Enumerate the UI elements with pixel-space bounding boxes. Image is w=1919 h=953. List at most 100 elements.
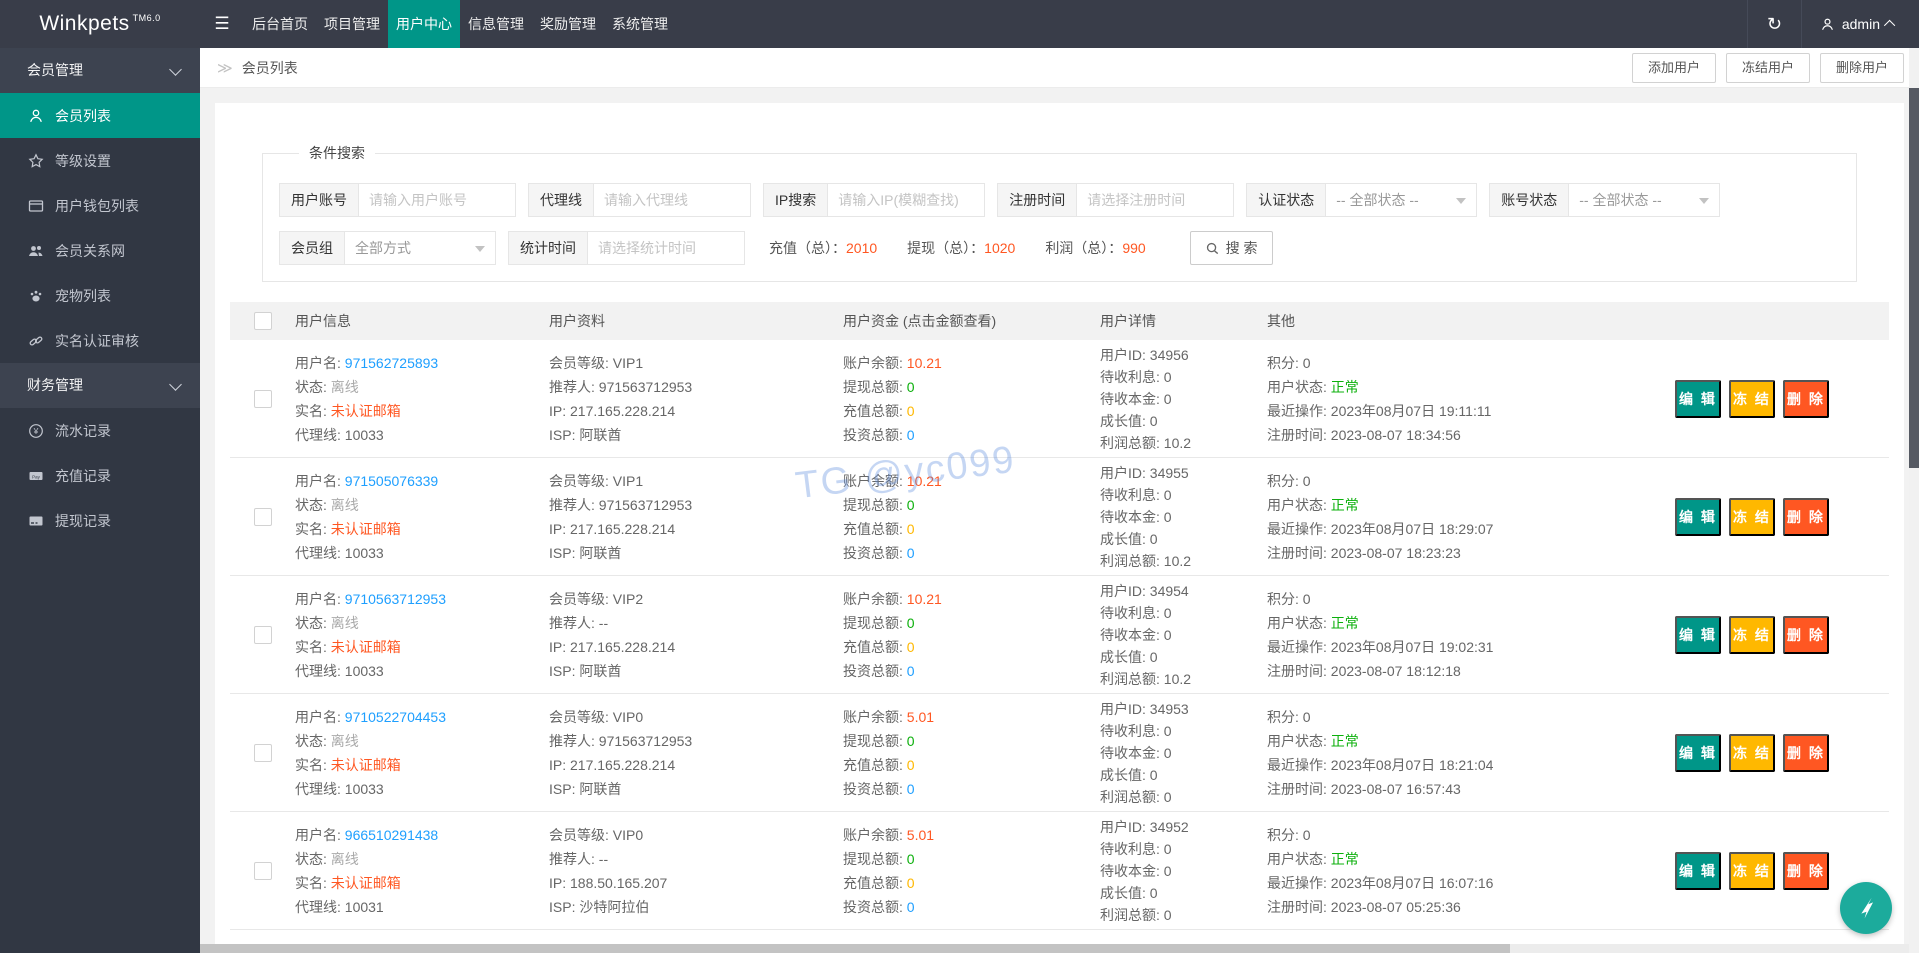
vertical-scrollbar[interactable] <box>1909 48 1919 953</box>
balance-value[interactable]: 10.21 <box>907 473 942 489</box>
row-checkbox[interactable] <box>253 625 272 644</box>
nav-item-4[interactable]: 信息管理 <box>460 0 532 48</box>
row-checkbox[interactable] <box>253 861 272 880</box>
edit-button[interactable]: 编 辑 <box>1675 379 1721 418</box>
row-line-ip: IP: 188.50.165.207 <box>549 871 843 895</box>
page-action-1-button[interactable]: 添加用户 <box>1631 52 1716 83</box>
star-icon <box>28 152 44 169</box>
nav-item-3[interactable]: 用户中心 <box>388 0 460 48</box>
horizontal-scrollbar[interactable] <box>200 944 1909 953</box>
nav-item-5[interactable]: 奖励管理 <box>532 0 604 48</box>
nav-item-2[interactable]: 项目管理 <box>316 0 388 48</box>
row-checkbox[interactable] <box>253 743 272 762</box>
withdraw-value[interactable]: 0 <box>907 497 915 513</box>
invest-value[interactable]: 0 <box>907 663 915 679</box>
floating-action-button[interactable] <box>1840 882 1892 934</box>
username-value[interactable]: 971562725893 <box>345 355 438 371</box>
points-value: 0 <box>1302 590 1311 607</box>
ip-value: 188.50.165.207 <box>570 874 668 891</box>
balance-value[interactable]: 5.01 <box>907 709 934 725</box>
field-label: 状态: <box>295 378 331 395</box>
menu-toggle-icon[interactable]: ☰ <box>200 0 244 48</box>
admin-menu[interactable]: admin <box>1800 0 1919 48</box>
vertical-scrollbar-thumb[interactable] <box>1909 88 1919 468</box>
withdraw-value[interactable]: 0 <box>907 733 915 749</box>
search-row-1: 用户账号 代理线 IP搜索 注册时间 认证状态 -- 全部状态 -- 账号状态 -- 全部状态… <box>279 183 1840 217</box>
growth-value: 0 <box>1149 884 1158 901</box>
row-checkbox[interactable] <box>253 507 272 526</box>
uid-value: 34952 <box>1149 818 1189 835</box>
recharge-value[interactable]: 0 <box>907 757 915 773</box>
search-select-认证状态[interactable]: -- 全部状态 -- <box>1325 183 1478 217</box>
freeze-button[interactable]: 冻 结 <box>1729 379 1775 418</box>
page-action-3-button[interactable]: 删除用户 <box>1819 52 1904 83</box>
sidebar-item-充值记录[interactable]: Pay 充值记录 <box>0 453 200 498</box>
username-value[interactable]: 971505076339 <box>345 473 438 489</box>
row-checkbox[interactable] <box>253 389 272 408</box>
recharge-value[interactable]: 0 <box>907 521 915 537</box>
username-value[interactable]: 966510291438 <box>345 827 438 843</box>
delete-button[interactable]: 删 除 <box>1783 497 1829 536</box>
row-line-level: 会员等级: VIP1 <box>549 351 843 375</box>
sidebar-group-header-2[interactable]: 财务管理 <box>0 363 200 408</box>
freeze-button[interactable]: 冻 结 <box>1729 615 1775 654</box>
search-input-注册时间[interactable] <box>1076 183 1235 217</box>
horizontal-scrollbar-thumb[interactable] <box>200 944 1510 953</box>
nav-item-6[interactable]: 系统管理 <box>604 0 676 48</box>
sidebar-item-宠物列表[interactable]: 宠物列表 <box>0 273 200 318</box>
search-button[interactable]: 搜 索 <box>1189 231 1273 265</box>
invest-value[interactable]: 0 <box>907 899 915 915</box>
balance-value[interactable]: 10.21 <box>907 591 942 607</box>
field-label: 状态: <box>295 732 331 749</box>
username-value[interactable]: 9710522704453 <box>345 709 446 725</box>
freeze-button[interactable]: 冻 结 <box>1729 497 1775 536</box>
sidebar-item-提现记录[interactable]: 提现记录 <box>0 498 200 543</box>
refresh-icon[interactable]: ↻ <box>1746 0 1801 48</box>
row-actions: 编 辑冻 结删 除 <box>1600 340 1889 457</box>
balance-value[interactable]: 10.21 <box>907 355 942 371</box>
search-input-用户账号[interactable] <box>358 183 516 217</box>
recharge-value[interactable]: 0 <box>907 403 915 419</box>
delete-button[interactable]: 删 除 <box>1783 615 1829 654</box>
balance-value[interactable]: 5.01 <box>907 827 934 843</box>
edit-button[interactable]: 编 辑 <box>1675 615 1721 654</box>
sidebar-item-流水记录[interactable]: ¥ 流水记录 <box>0 408 200 453</box>
invest-value[interactable]: 0 <box>907 545 915 561</box>
row-line-ustatus: 用户状态: 正常 <box>1267 611 1600 635</box>
invest-value[interactable]: 0 <box>907 781 915 797</box>
recharge-value[interactable]: 0 <box>907 875 915 891</box>
withdraw-value[interactable]: 0 <box>907 379 915 395</box>
username-value[interactable]: 9710563712953 <box>345 591 446 607</box>
edit-button[interactable]: 编 辑 <box>1675 851 1721 890</box>
sidebar-item-实名认证审核[interactable]: 实名认证审核 <box>0 318 200 363</box>
withdraw-value[interactable]: 0 <box>907 615 915 631</box>
referrer-value: -- <box>598 850 609 867</box>
edit-button[interactable]: 编 辑 <box>1675 733 1721 772</box>
field-label: 利润总额: <box>1100 552 1164 569</box>
select-all-checkbox[interactable] <box>253 312 272 330</box>
delete-button[interactable]: 删 除 <box>1783 851 1829 890</box>
sidebar-item-等级设置[interactable]: 等级设置 <box>0 138 200 183</box>
page-action-2-button[interactable]: 冻结用户 <box>1725 52 1810 83</box>
sidebar-item-会员关系网[interactable]: 会员关系网 <box>0 228 200 273</box>
cell-other: 积分: 0 用户状态: 正常 最近操作: 2023年08月07日 19:11:11 注… <box>1267 340 1600 457</box>
search-input-代理线[interactable] <box>593 183 751 217</box>
edit-button[interactable]: 编 辑 <box>1675 497 1721 536</box>
sidebar-item-会员列表[interactable]: 会员列表 <box>0 93 200 138</box>
search-select-账号状态[interactable]: -- 全部状态 -- <box>1568 183 1721 217</box>
reg_time-value: 2023-08-07 16:57:43 <box>1330 780 1461 797</box>
sidebar-group-header-1[interactable]: 会员管理 <box>0 48 200 93</box>
invest-value[interactable]: 0 <box>907 427 915 443</box>
nav-item-1[interactable]: 后台首页 <box>244 0 316 48</box>
withdraw-value[interactable]: 0 <box>907 851 915 867</box>
realname-value: 未认证邮箱 <box>330 638 401 655</box>
search-select-会员组[interactable]: 全部方式 <box>344 231 496 265</box>
recharge-value[interactable]: 0 <box>907 639 915 655</box>
freeze-button[interactable]: 冻 结 <box>1729 851 1775 890</box>
delete-button[interactable]: 删 除 <box>1783 379 1829 418</box>
delete-button[interactable]: 删 除 <box>1783 733 1829 772</box>
search-input-统计时间[interactable] <box>587 231 745 265</box>
sidebar-item-用户钱包列表[interactable]: 用户钱包列表 <box>0 183 200 228</box>
search-input-IP搜索[interactable] <box>827 183 986 217</box>
freeze-button[interactable]: 冻 结 <box>1729 733 1775 772</box>
